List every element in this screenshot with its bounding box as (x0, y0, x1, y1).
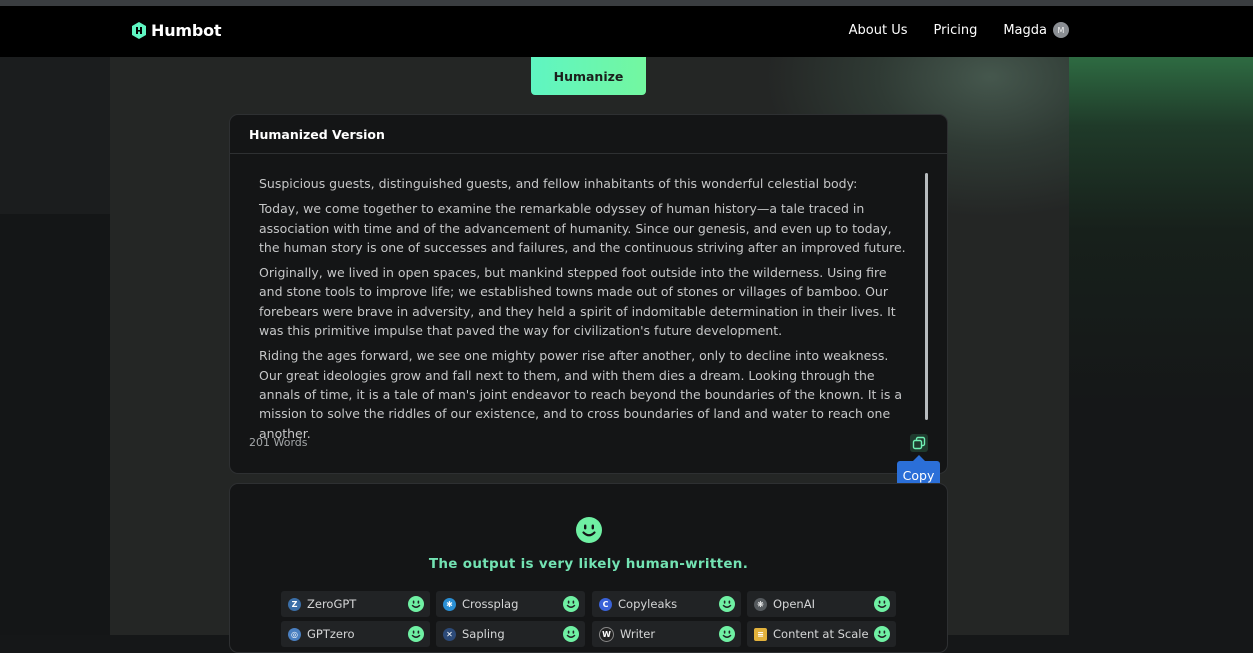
user-menu[interactable]: Magda M (1003, 22, 1069, 38)
copy-icon[interactable] (910, 434, 928, 452)
output-title: Humanized Version (230, 115, 947, 154)
gptzero-icon: ◎ (288, 627, 301, 641)
nav-pricing[interactable]: Pricing (934, 23, 978, 38)
detector-sapling: ✕ Sapling (436, 621, 585, 647)
logo-text: Humbot (151, 21, 222, 40)
detection-result-card: The output is very likely human-written.… (229, 483, 948, 653)
left-backdrop-top (0, 57, 110, 214)
detector-zerogpt: Z ZeroGPT (281, 591, 430, 617)
output-paragraph: Suspicious guests, distinguished guests,… (259, 176, 858, 191)
zerogpt-icon: Z (288, 597, 301, 611)
right-backdrop (1069, 57, 1253, 635)
detector-name: Sapling (462, 627, 505, 641)
detector-name: Writer (620, 627, 656, 641)
smile-icon (563, 596, 579, 612)
smile-icon (719, 596, 735, 612)
detector-name: Crossplag (462, 597, 519, 611)
smile-icon (408, 596, 424, 612)
nav-links: About Us Pricing Magda M (849, 22, 1069, 38)
crossplag-icon: ✱ (443, 597, 456, 611)
copyleaks-icon: C (599, 597, 612, 611)
writer-icon: W (599, 626, 614, 642)
sapling-icon: ✕ (443, 627, 456, 641)
nav-about-us[interactable]: About Us (849, 23, 908, 38)
smile-icon (576, 517, 602, 543)
word-count: 201 Words (249, 436, 308, 449)
output-scrollbar[interactable] (925, 173, 928, 420)
detector-name: GPTzero (307, 627, 355, 641)
detector-writer: W Writer (592, 621, 741, 647)
output-text[interactable]: Suspicious guests, distinguished guests,… (259, 174, 909, 449)
smile-icon (408, 626, 424, 642)
output-paragraph: Riding the ages forward, we see one migh… (259, 348, 903, 441)
logo[interactable]: Humbot (131, 21, 222, 40)
top-navbar: Humbot About Us Pricing Magda M (0, 6, 1253, 57)
detector-crossplag: ✱ Crossplag (436, 591, 585, 617)
detector-name: Content at Scale (773, 627, 869, 641)
smile-icon (874, 596, 890, 612)
detector-openai: ❋ OpenAI (747, 591, 896, 617)
smile-icon (719, 626, 735, 642)
detection-result-text: The output is very likely human-written. (428, 556, 749, 572)
detector-content-at-scale: ≡ Content at Scale (747, 621, 896, 647)
detector-gptzero: ◎ GPTzero (281, 621, 430, 647)
smile-icon (563, 626, 579, 642)
detector-name: ZeroGPT (307, 597, 357, 611)
detector-copyleaks: C Copyleaks (592, 591, 741, 617)
openai-icon: ❋ (754, 597, 767, 611)
avatar: M (1053, 22, 1069, 38)
detector-name: OpenAI (773, 597, 815, 611)
output-paragraph: Originally, we lived in open spaces, but… (259, 265, 896, 339)
smile-icon (874, 626, 890, 642)
user-name: Magda (1003, 22, 1047, 38)
humbot-logo-icon (132, 22, 146, 39)
humanized-output-card: Humanized Version Suspicious guests, dis… (229, 114, 948, 474)
humanize-button[interactable]: Humanize (531, 57, 646, 95)
output-paragraph: Today, we come together to examine the r… (259, 201, 906, 255)
contentatscale-icon: ≡ (754, 627, 767, 641)
detector-name: Copyleaks (618, 597, 678, 611)
